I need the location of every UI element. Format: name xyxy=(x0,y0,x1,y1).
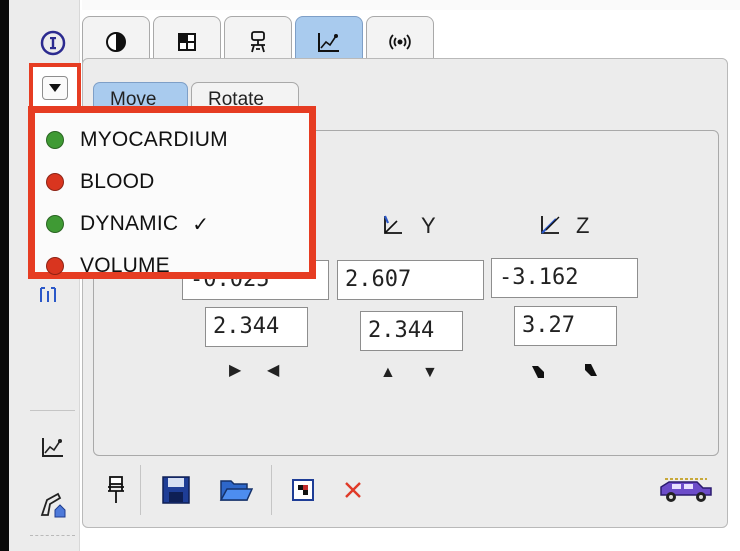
menu-item-label: BLOOD xyxy=(80,170,155,193)
floppy-disk-icon xyxy=(162,476,190,504)
edit-home-icon-graphic xyxy=(40,492,66,518)
bracket-icon[interactable] xyxy=(38,285,58,305)
left-edge-bar xyxy=(0,0,9,551)
x-decrease-button[interactable]: ◀ xyxy=(267,362,279,380)
edit-home-icon[interactable] xyxy=(38,490,68,520)
info-icon-graphic xyxy=(40,30,66,56)
left-bottom-divider xyxy=(30,535,75,537)
pin-button[interactable] xyxy=(104,474,128,506)
toolbar-divider-2 xyxy=(271,465,272,515)
y-position-field[interactable]: 2.607 xyxy=(337,260,484,300)
delete-button[interactable] xyxy=(339,474,367,506)
menu-item-label: DYNAMIC xyxy=(80,212,179,235)
signal-icon xyxy=(389,33,411,50)
vehicle-button[interactable] xyxy=(656,474,716,506)
close-icon xyxy=(345,482,361,498)
arrow-up-left-icon xyxy=(585,364,597,376)
z-axis-icon-graphic xyxy=(541,216,560,234)
z-position-field[interactable]: -3.162 xyxy=(491,258,638,298)
robot-icon xyxy=(251,30,265,52)
y-increase-button[interactable]: ▲ xyxy=(380,364,396,382)
x-increase-button[interactable]: ▶ xyxy=(229,362,241,380)
z-decrease-button[interactable] xyxy=(530,364,546,380)
checkerboard-icon xyxy=(292,479,314,501)
bracket-icon-graphic xyxy=(40,287,56,302)
dropdown-button-face xyxy=(42,76,68,100)
menu-item-blood[interactable]: BLOOD xyxy=(35,161,309,203)
y-decrease-button[interactable]: ▼ xyxy=(422,364,438,382)
chevron-down-icon xyxy=(49,84,61,92)
menu-item-dynamic[interactable]: DYNAMIC ✓ xyxy=(35,203,309,245)
truck-icon xyxy=(660,478,712,502)
menu-item-volume[interactable]: VOLUME xyxy=(35,245,309,287)
status-dot-icon xyxy=(46,257,64,275)
menu-item-label: MYOCARDIUM xyxy=(80,128,228,151)
open-button[interactable] xyxy=(218,474,254,506)
info-icon[interactable] xyxy=(38,28,68,58)
folder-open-icon xyxy=(219,480,253,501)
x-step-field[interactable]: 2.344 xyxy=(205,307,308,347)
save-button[interactable] xyxy=(160,474,192,506)
checkerboard-button[interactable] xyxy=(289,474,317,506)
y-axis-icon-graphic xyxy=(383,215,402,234)
status-dot-icon xyxy=(46,215,64,233)
z-axis-label: Z xyxy=(576,213,590,238)
half-circle-icon xyxy=(106,31,126,52)
chart-line-icon-graphic xyxy=(42,438,63,457)
grid-icon xyxy=(178,32,196,51)
y-step-field[interactable]: 2.344 xyxy=(360,311,463,351)
toolbar-divider-1 xyxy=(140,465,141,515)
menu-item-myocardium[interactable]: MYOCARDIUM xyxy=(35,119,309,161)
z-axis-icon xyxy=(538,213,564,239)
top-strip xyxy=(82,0,740,10)
chart-line-icon xyxy=(318,32,339,52)
checkmark-icon: ✓ xyxy=(192,212,210,236)
menu-item-label: VOLUME xyxy=(80,254,170,277)
chart-line-icon[interactable] xyxy=(38,432,68,462)
y-axis-icon xyxy=(381,213,405,239)
z-step-field[interactable]: 3.27 xyxy=(514,306,617,346)
y-axis-label: Y xyxy=(421,213,436,238)
pin-icon xyxy=(108,476,124,503)
status-dot-icon xyxy=(46,131,64,149)
status-dot-icon xyxy=(46,173,64,191)
arrow-down-right-icon xyxy=(532,366,544,378)
left-divider xyxy=(30,410,75,411)
model-dropdown-menu: MYOCARDIUM BLOOD DYNAMIC ✓ VOLUME xyxy=(28,106,316,279)
z-increase-button[interactable] xyxy=(583,362,599,378)
